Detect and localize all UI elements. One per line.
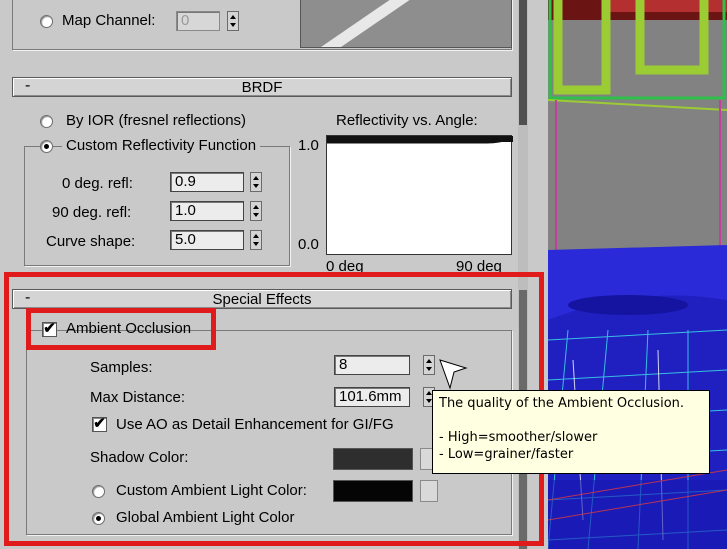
tooltip-line-2: - High=smoother/slower [439,430,598,445]
ninety-deg-refl-spinner[interactable] [250,201,262,221]
reflectivity-graph [326,135,513,255]
curve-shape-spinner[interactable] [250,230,262,250]
scrollbar-thumb-upper[interactable] [519,0,527,125]
map-channel-spinner[interactable] [227,11,239,31]
zero-deg-refl-field[interactable]: 0.9 [170,172,244,192]
ninety-deg-refl-field[interactable]: 1.0 [170,201,244,221]
brdf-rollout-header[interactable]: - BRDF [12,77,512,97]
graph-y-bottom-label: 0.0 [298,236,319,253]
zero-deg-refl-spinner[interactable] [250,172,262,192]
graph-y-top-label: 1.0 [298,137,319,154]
curve-shape-label: Curve shape: [46,233,136,250]
map-channel-field[interactable]: 0 [176,11,220,31]
ninety-deg-refl-label: 90 deg. refl: [52,204,132,221]
custom-reflectivity-label: Custom Reflectivity Function [62,137,261,154]
samples-tooltip: The quality of the Ambient Occlusion. - … [432,390,710,474]
ambient-occlusion-highlight [26,308,216,350]
map-channel-radio[interactable] [40,15,53,28]
custom-reflectivity-radio[interactable] [40,140,53,153]
mouse-cursor-icon [439,359,468,390]
reflectivity-graph-title: Reflectivity vs. Angle: [336,112,478,129]
by-ior-label: By IOR (fresnel reflections) [66,112,247,129]
brdf-title: BRDF [241,79,283,96]
map-preview [300,0,512,48]
map-preview-shape [321,0,410,47]
reflectivity-curve [327,136,513,144]
zero-deg-refl-label: 0 deg. refl: [62,175,133,192]
tooltip-line-1: The quality of the Ambient Occlusion. [439,396,685,411]
by-ior-radio[interactable] [40,115,53,128]
map-channel-label: Map Channel: [62,12,156,29]
curve-shape-field[interactable]: 5.0 [170,230,244,250]
tooltip-line-3: - Low=grainer/faster [439,447,574,462]
